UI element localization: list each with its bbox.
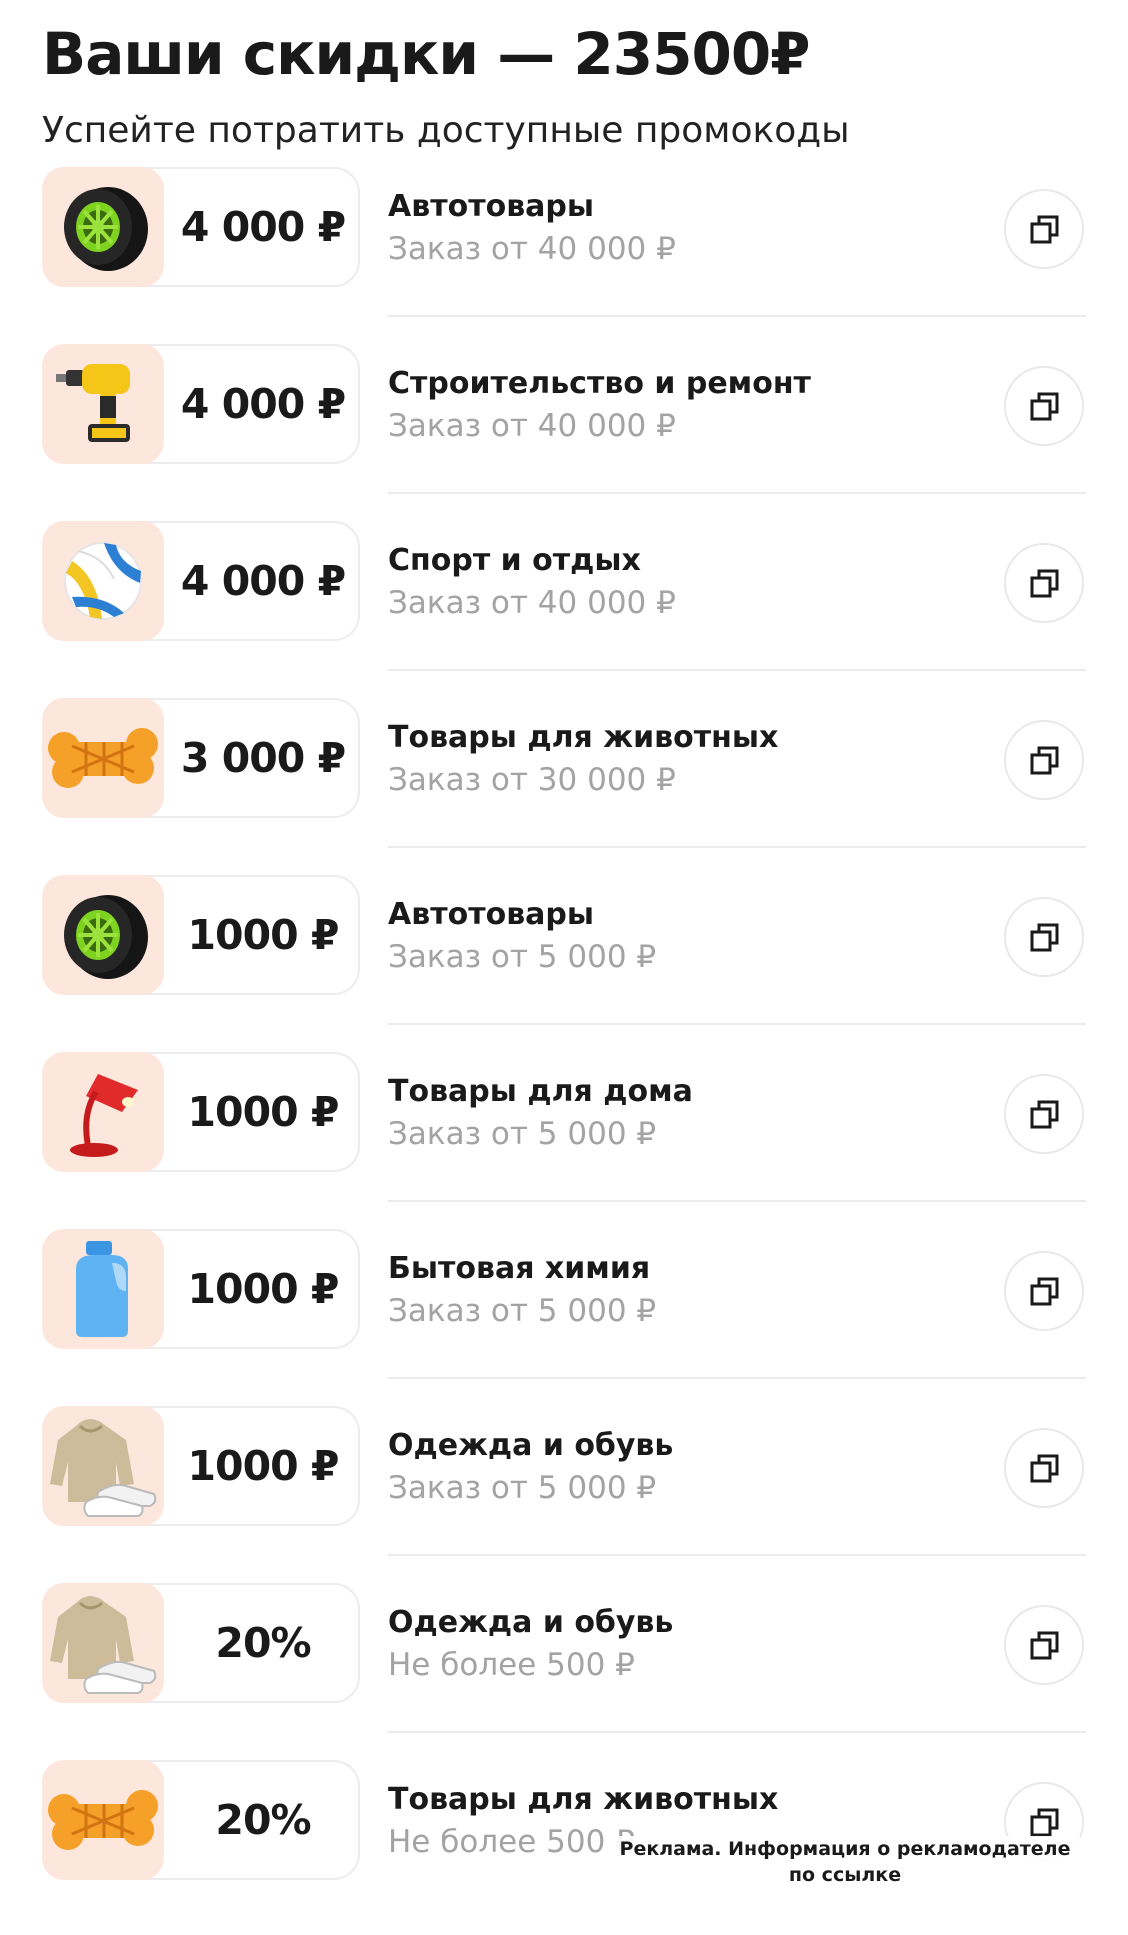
promo-condition: Не более 500 ₽ xyxy=(388,1647,635,1683)
promo-category: Бытовая химия xyxy=(388,1251,651,1286)
promo-amount: 4 000 ₽ xyxy=(180,203,346,251)
promo-category: Спорт и отдых xyxy=(388,543,641,578)
promo-row[interactable]: 4 000 ₽ Автотовары Заказ от 40 000 ₽ xyxy=(0,165,1128,342)
promo-amount: 3 000 ₽ xyxy=(180,734,346,782)
promo-amount: 4 000 ₽ xyxy=(180,380,346,428)
copy-button[interactable] xyxy=(1004,1428,1084,1508)
promo-amount: 1000 ₽ xyxy=(187,1265,340,1313)
divider xyxy=(388,1377,1086,1379)
drill-icon xyxy=(42,344,164,464)
promo-condition: Заказ от 5 000 ₽ xyxy=(388,1116,657,1152)
copy-button[interactable] xyxy=(1004,1074,1084,1154)
promo-category: Товары для дома xyxy=(388,1074,693,1109)
divider xyxy=(388,492,1086,494)
copy-button[interactable] xyxy=(1004,366,1084,446)
promo-amount: 1000 ₽ xyxy=(187,1442,340,1490)
promo-condition: Заказ от 40 000 ₽ xyxy=(388,231,676,267)
promo-row[interactable]: 4 000 ₽ Строительство и ремонт Заказ от … xyxy=(0,342,1128,519)
promo-condition: Заказ от 5 000 ₽ xyxy=(388,939,657,975)
copy-button[interactable] xyxy=(1004,1605,1084,1685)
copy-button[interactable] xyxy=(1004,189,1084,269)
promo-row[interactable]: 1000 ₽ Бытовая химия Заказ от 5 000 ₽ xyxy=(0,1227,1128,1404)
promo-category: Автотовары xyxy=(388,189,595,224)
page-subtitle: Успейте потратить доступные промокоды xyxy=(42,110,850,151)
promo-amount: 4 000 ₽ xyxy=(180,557,346,605)
hoodie-sneakers-icon xyxy=(42,1406,164,1526)
promo-row[interactable]: 20% Одежда и обувь Не более 500 ₽ xyxy=(0,1581,1128,1758)
copy-button[interactable] xyxy=(1004,897,1084,977)
divider xyxy=(388,1731,1086,1733)
divider xyxy=(388,846,1086,848)
divider xyxy=(388,1200,1086,1202)
promo-row[interactable]: 3 000 ₽ Товары для животных Заказ от 30 … xyxy=(0,696,1128,873)
promo-row[interactable]: 4 000 ₽ Спорт и отдых Заказ от 40 000 ₽ xyxy=(0,519,1128,696)
promo-condition: Не более 500 ₽ xyxy=(388,1824,635,1860)
promo-row[interactable]: 1000 ₽ Товары для дома Заказ от 5 000 ₽ xyxy=(0,1050,1128,1227)
promo-condition: Заказ от 5 000 ₽ xyxy=(388,1293,657,1329)
promo-amount: 20% xyxy=(215,1796,311,1844)
bone-toy-icon xyxy=(42,698,164,818)
divider xyxy=(388,1554,1086,1556)
page-title: Ваши скидки — 23500₽ xyxy=(42,20,811,88)
lamp-icon xyxy=(42,1052,164,1172)
divider xyxy=(388,669,1086,671)
promo-amount: 1000 ₽ xyxy=(187,1088,340,1136)
promo-list: 4 000 ₽ Автотовары Заказ от 40 000 ₽ 4 0… xyxy=(0,165,1128,1935)
promo-category: Автотовары xyxy=(388,897,595,932)
copy-button[interactable] xyxy=(1004,720,1084,800)
detergent-bottle-icon xyxy=(42,1229,164,1349)
ad-notice[interactable]: Реклама. Информация о рекламодателе по с… xyxy=(610,1836,1080,1888)
promo-row[interactable]: 1000 ₽ Автотовары Заказ от 5 000 ₽ xyxy=(0,873,1128,1050)
divider xyxy=(388,315,1086,317)
bone-toy-icon xyxy=(42,1760,164,1880)
promo-category: Одежда и обувь xyxy=(388,1605,674,1640)
volleyball-icon xyxy=(42,521,164,641)
promo-category: Товары для животных xyxy=(388,1782,779,1817)
promo-condition: Заказ от 30 000 ₽ xyxy=(388,762,676,798)
promo-category: Строительство и ремонт xyxy=(388,366,811,401)
tire-icon xyxy=(42,875,164,995)
divider xyxy=(388,1023,1086,1025)
copy-button[interactable] xyxy=(1004,1251,1084,1331)
promo-condition: Заказ от 40 000 ₽ xyxy=(388,408,676,444)
promo-category: Товары для животных xyxy=(388,720,779,755)
copy-button[interactable] xyxy=(1004,543,1084,623)
tire-icon xyxy=(42,167,164,287)
promo-amount: 20% xyxy=(215,1619,311,1667)
hoodie-sneakers-icon xyxy=(42,1583,164,1703)
promo-condition: Заказ от 40 000 ₽ xyxy=(388,585,676,621)
promo-condition: Заказ от 5 000 ₽ xyxy=(388,1470,657,1506)
promo-amount: 1000 ₽ xyxy=(187,911,340,959)
promo-category: Одежда и обувь xyxy=(388,1428,674,1463)
promo-row[interactable]: 1000 ₽ Одежда и обувь Заказ от 5 000 ₽ xyxy=(0,1404,1128,1581)
